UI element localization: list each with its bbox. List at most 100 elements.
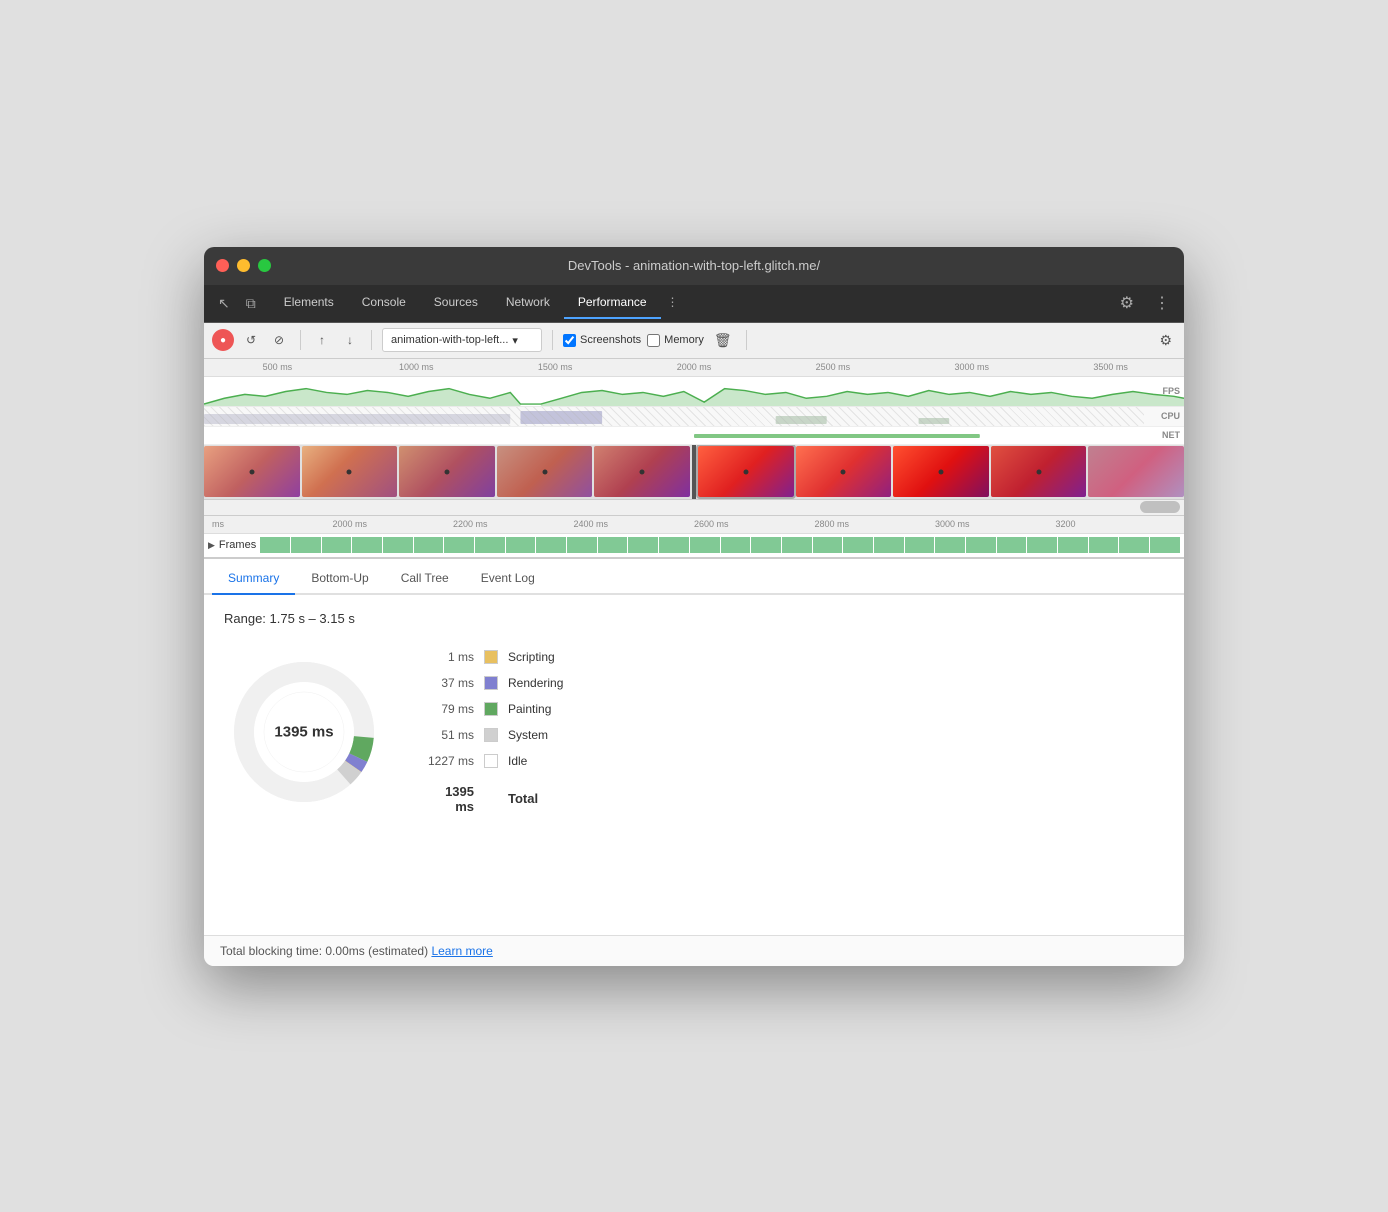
ruler-mark-500: 500 ms [208,362,347,372]
dot-7 [841,469,846,474]
ruler2: ms 2000 ms 2200 ms 2400 ms 2600 ms 2800 … [204,516,1184,534]
layers-icon[interactable]: ⧉ [240,293,262,314]
chevron-down-icon: ▾ [512,334,518,347]
dot-1 [249,469,254,474]
more-icon[interactable]: ⋮ [1148,289,1176,317]
system-name: System [508,728,548,742]
sub-tab-summary[interactable]: Summary [212,563,295,595]
dot-4 [542,469,547,474]
cursor-icon[interactable]: ↖ [212,293,236,314]
rendering-value: 37 ms [424,676,474,690]
ruler2-mark-3200: 3200 [1056,519,1177,529]
tab-performance[interactable]: Performance [564,287,661,319]
tab-network[interactable]: Network [492,287,564,319]
screenshot-7[interactable] [796,446,892,497]
frame-bar [659,537,689,553]
record-button[interactable]: ● [212,329,234,351]
frame-bar [997,537,1027,553]
url-dropdown[interactable]: animation-with-top-left... ▾ [382,328,542,352]
frame-bar [843,537,873,553]
net-label: NET [1162,430,1180,440]
legend-rendering: 37 ms Rendering [424,676,563,690]
close-button[interactable] [216,259,229,272]
scripting-name: Scripting [508,650,555,664]
screenshot-5[interactable] [594,446,690,497]
frame-bar [935,537,965,553]
ruler2-mark-2200: 2200 ms [453,519,574,529]
range-text: Range: 1.75 s – 3.15 s [224,611,1164,626]
window-title: DevTools - animation-with-top-left.glitc… [568,258,820,273]
main-tabs: Elements Console Sources Network Perform… [270,287,1114,319]
bottom-bar: Total blocking time: 0.00ms (estimated) … [204,935,1184,966]
reload-button[interactable]: ↺ [240,329,262,351]
ruler2-mark-2800: 2800 ms [815,519,936,529]
frame-bar [874,537,904,553]
settings-icon[interactable]: ⚙ [1114,289,1140,317]
memory-checkbox[interactable] [647,334,660,347]
frame-bar [414,537,444,553]
download-button[interactable]: ↓ [339,329,361,351]
learn-more-link[interactable]: Learn more [431,944,492,958]
screenshot-3[interactable] [399,446,495,497]
screenshot-9[interactable] [991,446,1087,497]
frame-bar [598,537,628,553]
tab-more[interactable]: ⋮ [661,287,685,319]
system-value: 51 ms [424,728,474,742]
fps-chart [204,377,1184,406]
frame-bar [966,537,996,553]
frame-bar [506,537,536,553]
frame-bar [260,537,290,553]
maximize-button[interactable] [258,259,271,272]
sub-tab-event-log[interactable]: Event Log [465,563,551,595]
donut-center-label: 1395 ms [274,723,333,740]
frames-row: ▶ Frames [204,534,1184,558]
tab-console[interactable]: Console [348,287,420,319]
screenshot-4[interactable] [497,446,593,497]
selection-boundary [692,445,696,500]
idle-name: Idle [508,754,527,768]
frames-bars [260,537,1180,553]
frames-expand-icon[interactable]: ▶ [208,540,215,551]
tab-icon-group: ↖ ⧉ [212,293,262,314]
frames-label: Frames [219,539,256,551]
scripting-value: 1 ms [424,650,474,664]
screenshot-10[interactable] [1088,446,1184,497]
screenshot-1[interactable] [204,446,300,497]
donut-chart: 1395 ms [224,652,384,812]
frame-bar [383,537,413,553]
frame-bar [322,537,352,553]
url-text: animation-with-top-left... [391,334,508,346]
ruler-mark-1500: 1500 ms [486,362,625,372]
screenshot-2[interactable] [302,446,398,497]
trash-icon[interactable]: 🗑 [710,330,736,351]
screenshot-8[interactable] [893,446,989,497]
ruler-mark-2000: 2000 ms [625,362,764,372]
total-value: 1395 ms [424,784,474,814]
scroll-handle[interactable] [1140,501,1180,513]
capture-settings-icon[interactable]: ⚙ [1155,330,1176,351]
minimize-button[interactable] [237,259,250,272]
tab-bar: ↖ ⧉ Elements Console Sources Network Per… [204,285,1184,323]
separator-4 [746,330,747,350]
frame-bar [444,537,474,553]
blocking-time-text: Total blocking time: 0.00ms (estimated) [220,944,428,958]
ruler-mark-3500: 3500 ms [1041,362,1180,372]
cpu-chart [204,406,1184,426]
idle-value: 1227 ms [424,754,474,768]
sub-tab-bottom-up[interactable]: Bottom-Up [295,563,384,595]
screenshot-6[interactable] [698,446,794,497]
ruler-mark-2500: 2500 ms [763,362,902,372]
tab-sources[interactable]: Sources [420,287,492,319]
painting-color [484,702,498,716]
upload-button[interactable]: ↑ [311,329,333,351]
ruler-mark-3000: 3000 ms [902,362,1041,372]
scroll-bar-row[interactable] [204,500,1184,516]
sub-tab-call-tree[interactable]: Call Tree [385,563,465,595]
painting-value: 79 ms [424,702,474,716]
dot-3 [444,469,449,474]
clear-button[interactable]: ⊘ [268,329,290,351]
tab-elements[interactable]: Elements [270,287,348,319]
separator-3 [552,330,553,350]
frame-bar [1119,537,1149,553]
screenshots-checkbox[interactable] [563,334,576,347]
